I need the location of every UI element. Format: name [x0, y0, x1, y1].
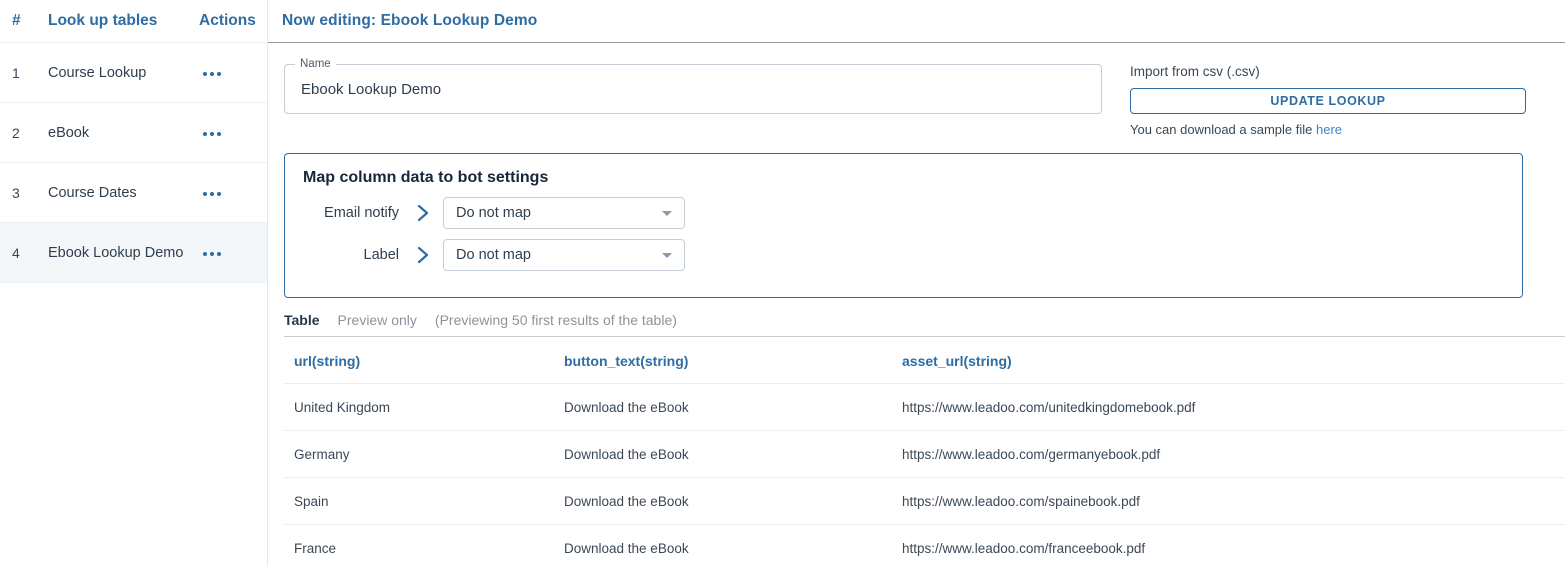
name-field[interactable]: Name: [284, 58, 1102, 114]
list-item-number: 2: [12, 124, 20, 141]
list-item-label: Course Dates: [48, 184, 137, 201]
sidebar-item-ebook[interactable]: 2 eBook: [0, 103, 267, 163]
table-row: France Download the eBook https://www.le…: [284, 524, 1565, 566]
sample-file-line: You can download a sample file here: [1130, 122, 1526, 137]
page-title: Now editing: Ebook Lookup Demo: [268, 0, 1565, 43]
sidebar-header-name: Look up tables: [48, 12, 158, 29]
sidebar-item-course-lookup[interactable]: 1 Course Lookup: [0, 43, 267, 103]
sidebar-item-ebook-lookup-demo[interactable]: 4 Ebook Lookup Demo: [0, 223, 267, 283]
cell-asset-url: https://www.leadoo.com/spainebook.pdf: [892, 477, 1565, 525]
sample-file-link[interactable]: here: [1316, 122, 1342, 137]
map-select-value: Do not map: [456, 205, 531, 221]
row-actions-cell: [197, 64, 267, 82]
sidebar-header-actions: Actions: [199, 12, 256, 29]
cell-url: Germany: [284, 430, 554, 478]
table-row: United Kingdom Download the eBook https:…: [284, 383, 1565, 431]
list-item-label: eBook: [48, 124, 90, 141]
editor-body: Name Import from csv (.csv) UPDATE LOOKU…: [268, 43, 1565, 566]
map-row-label: Email notify: [324, 205, 399, 221]
list-item-label: Ebook Lookup Demo: [48, 244, 184, 261]
sidebar-header-number: #: [12, 12, 21, 29]
map-panel-title: Map column data to bot settings: [303, 169, 549, 186]
cell-url: Spain: [284, 477, 554, 525]
more-horizontal-icon[interactable]: [199, 126, 225, 142]
map-select-email-notify[interactable]: Do not map: [443, 197, 685, 229]
lookup-tables-editor: # Look up tables Actions 1 Course Lookup…: [0, 0, 1565, 566]
list-item-number: 3: [12, 184, 20, 201]
more-horizontal-icon[interactable]: [199, 246, 225, 262]
sample-file-text: You can download a sample file: [1130, 122, 1316, 137]
column-header-asset-url[interactable]: asset_url(string): [892, 337, 1565, 384]
row-actions-cell: [197, 184, 267, 202]
sidebar-header-row: # Look up tables Actions: [0, 0, 267, 43]
cell-button-text: Download the eBook: [554, 477, 892, 525]
cell-url: France: [284, 524, 554, 566]
cell-url: United Kingdom: [284, 383, 554, 431]
list-item-number: 1: [12, 64, 20, 81]
chevron-right-icon: [403, 246, 443, 264]
lookup-tables-sidebar: # Look up tables Actions 1 Course Lookup…: [0, 0, 268, 566]
more-horizontal-icon[interactable]: [199, 186, 225, 202]
map-row-label: Label: [363, 247, 399, 263]
table-row: Germany Download the eBook https://www.l…: [284, 430, 1565, 478]
map-row-label: Label Do not map: [303, 239, 1522, 271]
table-header-row: url(string) button_text(string) asset_ur…: [284, 337, 1565, 384]
table-row: Spain Download the eBook https://www.lea…: [284, 477, 1565, 525]
column-header-url[interactable]: url(string): [284, 337, 554, 384]
import-csv-section: Import from csv (.csv) UPDATE LOOKUP You…: [1130, 64, 1526, 137]
preview-table: url(string) button_text(string) asset_ur…: [284, 337, 1565, 566]
name-and-import-row: Name Import from csv (.csv) UPDATE LOOKU…: [284, 43, 1565, 137]
cell-button-text: Download the eBook: [554, 383, 892, 431]
column-header-button-text[interactable]: button_text(string): [554, 337, 892, 384]
table-preview-note: (Previewing 50 first results of the tabl…: [434, 312, 677, 328]
row-actions-cell: [197, 124, 267, 142]
sidebar-item-course-dates[interactable]: 3 Course Dates: [0, 163, 267, 223]
update-lookup-button[interactable]: UPDATE LOOKUP: [1130, 88, 1526, 114]
more-horizontal-icon[interactable]: [199, 66, 225, 82]
row-actions-cell: [197, 244, 267, 262]
cell-button-text: Download the eBook: [554, 430, 892, 478]
map-row-email-notify: Email notify Do not map: [303, 197, 1522, 229]
chevron-right-icon: [403, 204, 443, 222]
name-input[interactable]: [299, 79, 1087, 99]
editor-panel: Now editing: Ebook Lookup Demo Name Impo…: [268, 0, 1565, 566]
list-item-label: Course Lookup: [48, 64, 147, 81]
list-item-number: 4: [12, 244, 20, 261]
map-column-data-panel: Map column data to bot settings Email no…: [284, 153, 1523, 298]
name-field-legend: Name: [295, 58, 336, 71]
chevron-down-icon: [662, 211, 672, 216]
map-select-value: Do not map: [456, 247, 531, 263]
map-select-label[interactable]: Do not map: [443, 239, 685, 271]
import-csv-label: Import from csv (.csv): [1130, 64, 1260, 79]
table-meta: Table Preview only (Previewing 50 first …: [284, 312, 1565, 337]
table-mode-label: Preview only: [337, 312, 417, 328]
cell-asset-url: https://www.leadoo.com/germanyebook.pdf: [892, 430, 1565, 478]
cell-button-text: Download the eBook: [554, 524, 892, 566]
chevron-down-icon: [662, 253, 672, 258]
cell-asset-url: https://www.leadoo.com/unitedkingdomeboo…: [892, 383, 1565, 431]
table-label: Table: [284, 312, 320, 328]
cell-asset-url: https://www.leadoo.com/franceebook.pdf: [892, 524, 1565, 566]
